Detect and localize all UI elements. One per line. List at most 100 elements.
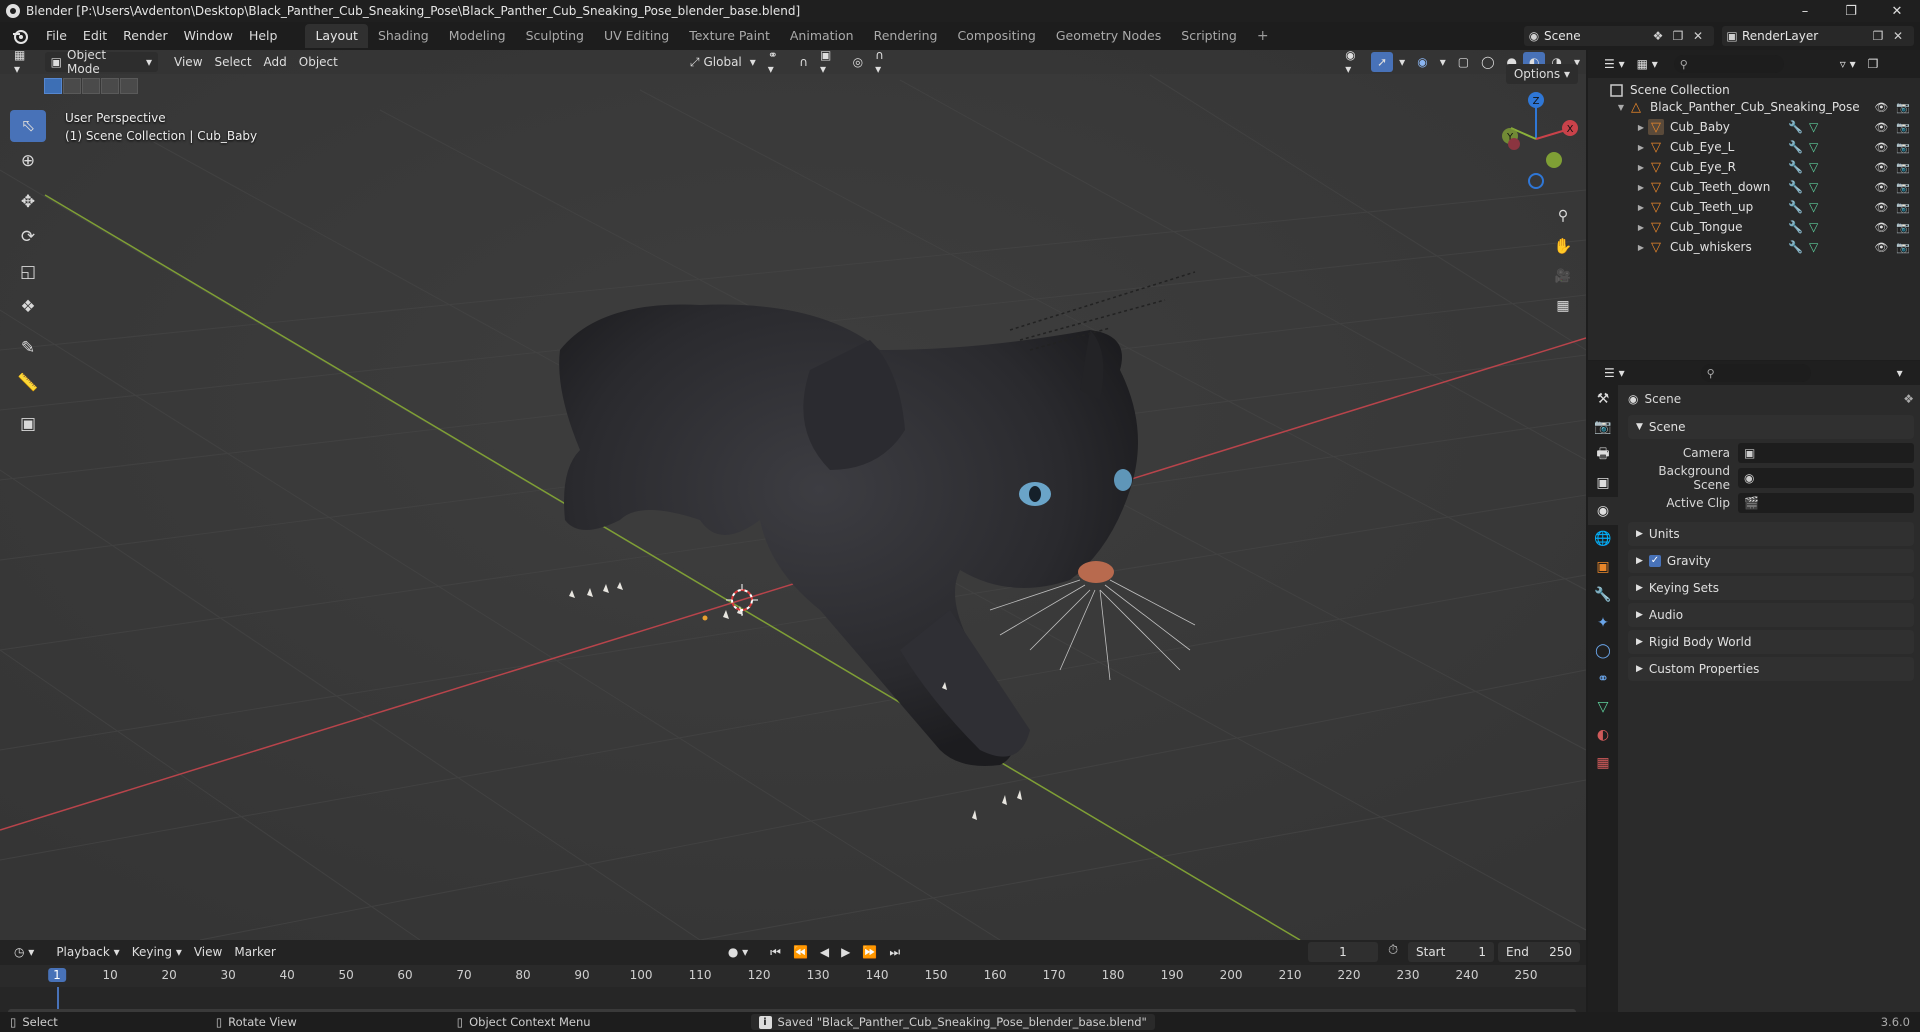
outliner-object-row[interactable]: ▶ ▽ Cub_whiskers 🔧 ▽ 👁 📷 bbox=[1588, 237, 1920, 257]
scale-tool-icon[interactable]: ◱ bbox=[10, 256, 46, 288]
visibility-eye-icon[interactable]: 👁 bbox=[1874, 161, 1888, 174]
render-camera-icon[interactable]: 📷 bbox=[1896, 141, 1910, 154]
tab-texture-paint[interactable]: Texture Paint bbox=[679, 24, 780, 48]
tab-geometry-nodes[interactable]: Geometry Nodes bbox=[1046, 24, 1171, 48]
blender-menu-icon[interactable] bbox=[8, 24, 32, 48]
view-layer-tab-icon[interactable]: ▣ bbox=[1588, 469, 1618, 497]
modifier-tab-icon[interactable]: 🔧 bbox=[1588, 581, 1618, 609]
tab-rendering[interactable]: Rendering bbox=[864, 24, 948, 48]
mesh-data-icon[interactable]: ▽ bbox=[1809, 240, 1818, 254]
collapse-triangle-icon[interactable]: ▼ bbox=[1614, 103, 1628, 112]
tab-layout[interactable]: Layout bbox=[305, 24, 368, 48]
expand-triangle-icon[interactable]: ▶ bbox=[1634, 183, 1648, 192]
snap-icon[interactable]: ∩ bbox=[793, 52, 814, 72]
modifier-icon[interactable]: 🔧 bbox=[1788, 140, 1803, 154]
select-extend-icon[interactable] bbox=[63, 78, 81, 94]
menu-window[interactable]: Window bbox=[176, 24, 241, 48]
transform-tool-icon[interactable]: ❖ bbox=[10, 291, 46, 323]
timeline-editor[interactable]: ◷ ▾ Playback ▾ Keying ▾ View Marker ● ▾ … bbox=[0, 940, 1586, 1020]
add-cube-tool-icon[interactable]: ▣ bbox=[10, 408, 46, 440]
visibility-icon[interactable]: ◉ ▾ bbox=[1339, 50, 1371, 76]
world-tab-icon[interactable]: 🌐 bbox=[1588, 525, 1618, 553]
expand-triangle-icon[interactable]: ▶ bbox=[1634, 163, 1648, 172]
particles-tab-icon[interactable]: ✦ bbox=[1588, 609, 1618, 637]
start-frame-field[interactable]: Start 1 bbox=[1408, 942, 1494, 962]
filter-icon[interactable]: ▿ ▾ bbox=[1834, 54, 1862, 74]
properties-subpanel[interactable]: ▶ Keying Sets bbox=[1628, 576, 1914, 600]
modifier-icon[interactable]: 🔧 bbox=[1788, 200, 1803, 214]
keying-menu[interactable]: Keying ▾ bbox=[126, 942, 188, 962]
display-mode-button[interactable]: ▦ ▾ bbox=[1631, 54, 1664, 74]
outliner-object-row[interactable]: ▶ ▽ Cub_Tongue 🔧 ▽ 👁 📷 bbox=[1588, 217, 1920, 237]
gizmo-toggle-icon[interactable]: ➚ bbox=[1371, 52, 1394, 72]
camera-view-icon[interactable]: 🎥 bbox=[1551, 264, 1575, 288]
mesh-data-icon[interactable]: ▽ bbox=[1809, 180, 1818, 194]
visibility-eye-icon[interactable]: 👁 bbox=[1874, 101, 1888, 114]
pin-context-icon[interactable]: ❖ bbox=[1903, 392, 1914, 406]
select-subtract-icon[interactable] bbox=[82, 78, 100, 94]
delete-view-layer-icon[interactable]: ✕ bbox=[1888, 26, 1908, 46]
wireframe-shading-icon[interactable]: ◯ bbox=[1475, 52, 1500, 72]
scene-panel-header[interactable]: ▼ Scene bbox=[1628, 415, 1914, 439]
options-button[interactable]: Options ▾ bbox=[1505, 64, 1578, 84]
visibility-eye-icon[interactable]: 👁 bbox=[1874, 221, 1888, 234]
play-reverse-icon[interactable]: ◀ bbox=[814, 942, 835, 962]
tab-compositing[interactable]: Compositing bbox=[947, 24, 1045, 48]
select-menu[interactable]: Select bbox=[209, 52, 258, 72]
render-camera-icon[interactable]: 📷 bbox=[1896, 161, 1910, 174]
outliner-object-row[interactable]: ▶ ▽ Cub_Teeth_up 🔧 ▽ 👁 📷 bbox=[1588, 197, 1920, 217]
annotate-tool-icon[interactable]: ✎ bbox=[10, 332, 46, 364]
pivot-point-icon[interactable]: ⚭ ▾ bbox=[762, 50, 793, 76]
jump-keyframe-forward-icon[interactable]: ⏩ bbox=[856, 942, 883, 962]
expand-triangle-icon[interactable]: ▶ bbox=[1634, 123, 1648, 132]
current-frame-field[interactable]: 1 bbox=[1308, 942, 1378, 962]
material-tab-icon[interactable]: ◐ bbox=[1588, 721, 1618, 749]
orientation-selector[interactable]: ⤢ Global ▾ bbox=[684, 52, 762, 72]
constraints-tab-icon[interactable]: ⚭ bbox=[1588, 665, 1618, 693]
outliner-object-row[interactable]: ▶ ▽ Cub_Teeth_down 🔧 ▽ 👁 📷 bbox=[1588, 177, 1920, 197]
properties-editor[interactable]: ☰ ▾ ⚲ ▾ ⚒ 📷 🖶 ▣ ◉ 🌐 ▣ 🔧 ✦ ◯ ⚭ ▽ ◐ ▦ ◉ Sc… bbox=[1588, 361, 1920, 1012]
playback-menu[interactable]: Playback ▾ bbox=[50, 942, 125, 962]
navigation-gizmo[interactable]: Z X Y ⚲ ✋ 🎥 ▦ bbox=[1486, 84, 1586, 334]
tab-shading[interactable]: Shading bbox=[368, 24, 439, 48]
modifier-icon[interactable]: 🔧 bbox=[1788, 220, 1803, 234]
proportional-editing-icon[interactable]: ◎ bbox=[847, 52, 869, 72]
jump-keyframe-back-icon[interactable]: ⏪ bbox=[787, 942, 814, 962]
tool-tab-icon[interactable]: ⚒ bbox=[1588, 385, 1618, 413]
collection-row[interactable]: ▼ △ Black_Panther_Cub_Sneaking_Pose 👁 📷 bbox=[1588, 97, 1920, 117]
mode-selector[interactable]: ▣ Object Mode ▾ bbox=[44, 50, 159, 76]
end-frame-field[interactable]: End 250 bbox=[1498, 942, 1580, 962]
modifier-icon[interactable]: 🔧 bbox=[1788, 160, 1803, 174]
frame-ruler[interactable]: 1 10 20 30 40 50 60 70 80 90 100 110 120 130 140 150 160… bbox=[0, 965, 1586, 987]
move-tool-icon[interactable]: ✥ bbox=[10, 186, 46, 218]
property-value-field[interactable]: 🎬 bbox=[1738, 493, 1914, 513]
new-collection-icon[interactable]: ❐ bbox=[1862, 54, 1885, 74]
expand-triangle-icon[interactable]: ▶ bbox=[1634, 243, 1648, 252]
overlays-icon[interactable]: ◉ bbox=[1411, 52, 1433, 72]
outliner-object-row[interactable]: ▶ ▽ Cub_Eye_L 🔧 ▽ 👁 📷 bbox=[1588, 137, 1920, 157]
render-camera-icon[interactable]: 📷 bbox=[1896, 121, 1910, 134]
mesh-data-icon[interactable]: ▽ bbox=[1809, 140, 1818, 154]
render-tab-icon[interactable]: 📷 bbox=[1588, 413, 1618, 441]
xray-icon[interactable]: ▢ bbox=[1452, 52, 1475, 72]
properties-subpanel[interactable]: ▶ Rigid Body World bbox=[1628, 630, 1914, 654]
scene-tab-icon[interactable]: ◉ bbox=[1588, 497, 1618, 525]
tab-modeling[interactable]: Modeling bbox=[439, 24, 516, 48]
properties-subpanel[interactable]: ▶ Audio bbox=[1628, 603, 1914, 627]
view-menu[interactable]: View bbox=[168, 52, 208, 72]
expand-triangle-icon[interactable]: ▶ bbox=[1634, 223, 1648, 232]
output-tab-icon[interactable]: 🖶 bbox=[1588, 441, 1618, 469]
timeline-editor-type-button[interactable]: ◷ ▾ bbox=[8, 942, 40, 962]
render-camera-icon[interactable]: 📷 bbox=[1896, 201, 1910, 214]
new-scene-icon[interactable]: ❐ bbox=[1668, 26, 1688, 46]
physics-tab-icon[interactable]: ◯ bbox=[1588, 637, 1618, 665]
mesh-data-icon[interactable]: ▽ bbox=[1809, 200, 1818, 214]
outliner-object-row[interactable]: ▶ ▽ Cub_Baby 🔧 ▽ 👁 📷 bbox=[1588, 117, 1920, 137]
snap-target-icon[interactable]: ▣ ▾ bbox=[814, 50, 847, 76]
record-keyframe-icon[interactable]: ● ▾ bbox=[722, 942, 754, 962]
render-camera-icon[interactable]: 📷 bbox=[1896, 101, 1910, 114]
texture-tab-icon[interactable]: ▦ bbox=[1588, 749, 1618, 777]
close-button[interactable]: ✕ bbox=[1874, 0, 1920, 22]
select-intersect-icon[interactable] bbox=[120, 78, 138, 94]
expand-triangle-icon[interactable]: ▶ bbox=[1634, 203, 1648, 212]
